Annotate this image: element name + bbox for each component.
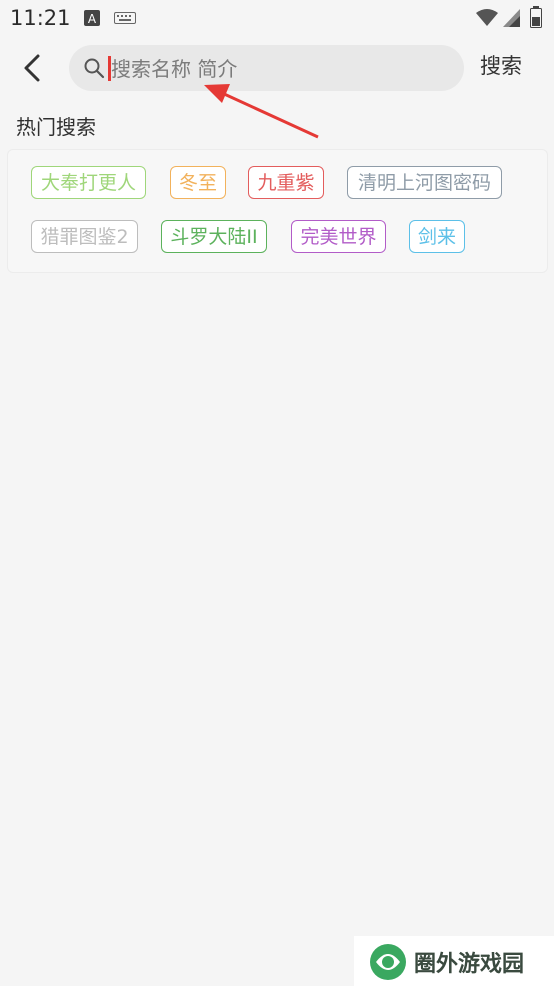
- wifi-icon: [476, 9, 498, 26]
- hot-tag[interactable]: 斗罗大陆II: [161, 220, 267, 253]
- hot-tag[interactable]: 猎罪图鉴2: [31, 220, 138, 253]
- search-input[interactable]: [109, 45, 453, 93]
- search-header: 搜索: [0, 36, 554, 100]
- svg-text:A: A: [88, 12, 97, 26]
- hot-tag[interactable]: 清明上河图密码: [347, 166, 502, 199]
- notification-a-icon: A: [84, 10, 100, 26]
- hot-search-title: 热门搜索: [16, 115, 96, 139]
- keyboard-icon: [114, 12, 136, 24]
- hot-tag[interactable]: 九重紫: [248, 166, 324, 199]
- watermark-text: 圈外游戏园: [414, 952, 525, 977]
- hot-search-tags: 大奉打更人 冬至 九重紫 清明上河图密码 猎罪图鉴2 斗罗大陆II 完美世界 剑…: [7, 149, 548, 273]
- back-arrow-icon[interactable]: [16, 50, 50, 86]
- status-time: 11:21: [10, 6, 71, 30]
- hot-tag[interactable]: 大奉打更人: [31, 166, 146, 199]
- text-cursor: [108, 56, 111, 81]
- hot-tag[interactable]: 完美世界: [291, 220, 386, 253]
- site-watermark: 圈外游戏园: [354, 936, 554, 986]
- signal-icon: [503, 9, 520, 27]
- annotation-arrow-icon: [204, 84, 319, 139]
- status-bar: 11:21 A: [0, 0, 554, 36]
- search-button[interactable]: 搜索: [480, 50, 522, 80]
- search-box[interactable]: [69, 45, 464, 93]
- hot-tag[interactable]: 剑来: [409, 220, 465, 253]
- battery-icon: [530, 6, 542, 28]
- watermark-logo-icon: [370, 944, 406, 980]
- hot-tag[interactable]: 冬至: [170, 166, 226, 199]
- search-icon: [84, 58, 105, 79]
